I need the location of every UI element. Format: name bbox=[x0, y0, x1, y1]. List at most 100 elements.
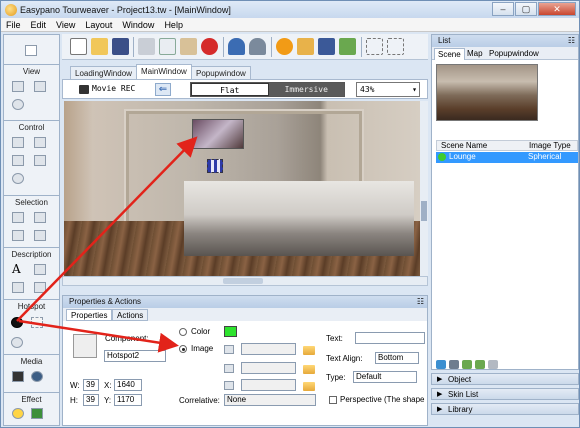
component-name-field[interactable]: Hotspot2 bbox=[104, 350, 166, 362]
library-accordion[interactable]: ▶ Library bbox=[431, 403, 579, 415]
y-field[interactable]: 1170 bbox=[114, 394, 142, 406]
color-swatch[interactable] bbox=[224, 326, 237, 337]
correlative-field[interactable]: None bbox=[224, 394, 316, 406]
paste-icon[interactable] bbox=[180, 38, 197, 55]
select-pointer-icon[interactable] bbox=[25, 45, 37, 56]
align-icon[interactable] bbox=[366, 38, 383, 55]
view-globe-icon[interactable] bbox=[12, 99, 24, 110]
pressed-image-field[interactable] bbox=[241, 379, 296, 391]
back-arrow-button[interactable]: ⇐ bbox=[155, 83, 171, 96]
flat-mode-button[interactable]: Flat bbox=[191, 83, 269, 96]
move-down-icon[interactable] bbox=[475, 360, 485, 369]
text-align-select[interactable]: Bottom bbox=[375, 352, 419, 364]
move-up-icon[interactable] bbox=[462, 360, 472, 369]
tab-actions[interactable]: Actions bbox=[112, 309, 149, 321]
selection-tree-icon[interactable] bbox=[34, 230, 46, 241]
save-icon[interactable] bbox=[112, 38, 129, 55]
hotspot-image-component[interactable] bbox=[192, 119, 244, 149]
textbox-tool-icon[interactable] bbox=[34, 282, 46, 293]
immersive-mode-button[interactable]: Immersive bbox=[268, 83, 344, 96]
publish-icon[interactable] bbox=[297, 38, 314, 55]
menu-file[interactable]: File bbox=[1, 20, 26, 30]
hotspot-ring-icon[interactable] bbox=[11, 337, 23, 348]
tab-popupwindow[interactable]: Popupwindow bbox=[191, 66, 251, 80]
col-image-type[interactable]: Image Type bbox=[529, 141, 571, 151]
cut-icon[interactable] bbox=[138, 38, 155, 55]
facebook-icon[interactable] bbox=[318, 38, 335, 55]
share-icon[interactable] bbox=[339, 38, 356, 55]
menu-edit[interactable]: Edit bbox=[26, 20, 52, 30]
maximize-button[interactable]: ▢ bbox=[515, 2, 537, 16]
image-tool-icon[interactable] bbox=[34, 264, 46, 275]
new-file-icon[interactable] bbox=[70, 38, 87, 55]
list-pin-icon[interactable]: ☷ bbox=[568, 35, 575, 47]
normal-image-field[interactable] bbox=[241, 343, 296, 355]
object-accordion[interactable]: ▶ Object bbox=[431, 373, 579, 385]
hover-image-field[interactable] bbox=[241, 362, 296, 374]
x-field[interactable]: 1640 bbox=[114, 379, 142, 391]
sun-effect-icon[interactable] bbox=[12, 408, 24, 419]
delete-icon[interactable] bbox=[201, 38, 218, 55]
vertical-scroll-thumb[interactable] bbox=[421, 201, 427, 221]
scene-properties-icon[interactable] bbox=[488, 360, 498, 369]
browse-normal-folder-icon[interactable] bbox=[303, 346, 315, 355]
flash-tool-icon[interactable] bbox=[31, 371, 43, 382]
control-dial-icon[interactable] bbox=[34, 155, 46, 166]
undo-icon[interactable] bbox=[228, 38, 245, 55]
control-slider-icon[interactable] bbox=[34, 137, 46, 148]
zoom-select[interactable]: 43% ▾ bbox=[356, 82, 420, 97]
hotspot-target-icon[interactable] bbox=[11, 317, 23, 328]
text-field[interactable] bbox=[355, 332, 425, 344]
scene-row[interactable]: Lounge Spherical bbox=[436, 152, 578, 163]
height-field[interactable]: 39 bbox=[83, 394, 99, 406]
polygon-hotspot-icon[interactable] bbox=[31, 317, 43, 328]
video-tool-icon[interactable] bbox=[12, 371, 24, 382]
selection-list-icon[interactable] bbox=[34, 212, 46, 223]
menu-window[interactable]: Window bbox=[117, 20, 159, 30]
movie-rec-button[interactable]: Movie REC bbox=[92, 84, 135, 93]
canvas-vertical-scrollbar[interactable] bbox=[420, 101, 428, 276]
menu-layout[interactable]: Layout bbox=[80, 20, 117, 30]
selection-combo-icon[interactable] bbox=[12, 230, 24, 241]
control-button-icon[interactable] bbox=[12, 137, 24, 148]
pin-icon[interactable]: ☷ bbox=[417, 296, 424, 308]
tab-properties[interactable]: Properties bbox=[66, 309, 113, 321]
tab-scene[interactable]: Scene bbox=[434, 48, 465, 60]
tab-list-popupwindow[interactable]: Popupwindow bbox=[486, 48, 542, 59]
close-button[interactable]: ✕ bbox=[538, 2, 576, 16]
skin-list-accordion[interactable]: ▶ Skin List bbox=[431, 388, 579, 400]
add-scene-icon[interactable] bbox=[436, 360, 446, 369]
col-scene-name[interactable]: Scene Name bbox=[441, 141, 487, 151]
menu-view[interactable]: View bbox=[51, 20, 80, 30]
caption-tool-icon[interactable] bbox=[12, 282, 24, 293]
open-folder-icon[interactable] bbox=[91, 38, 108, 55]
delete-scene-icon[interactable] bbox=[449, 360, 459, 369]
view-image-icon[interactable] bbox=[34, 81, 46, 92]
hotspot2-component[interactable] bbox=[207, 159, 223, 173]
browse-pressed-folder-icon[interactable] bbox=[303, 382, 315, 391]
image-radio[interactable] bbox=[179, 345, 187, 353]
minimize-button[interactable]: – bbox=[492, 2, 514, 16]
horizontal-scroll-thumb[interactable] bbox=[223, 278, 263, 284]
width-field[interactable]: 39 bbox=[83, 379, 99, 391]
scene-canvas[interactable] bbox=[64, 101, 420, 276]
distribute-icon[interactable] bbox=[387, 38, 404, 55]
type-select[interactable]: Default bbox=[353, 371, 417, 383]
control-compass-icon[interactable] bbox=[12, 155, 24, 166]
browse-hover-folder-icon[interactable] bbox=[303, 365, 315, 374]
tab-loadingwindow[interactable]: LoadingWindow bbox=[70, 66, 137, 80]
copy-icon[interactable] bbox=[159, 38, 176, 55]
canvas-horizontal-scrollbar[interactable] bbox=[62, 276, 428, 286]
color-radio[interactable] bbox=[179, 328, 187, 336]
selection-thumbnail-icon[interactable] bbox=[12, 212, 24, 223]
snow-effect-icon[interactable] bbox=[31, 408, 43, 419]
control-radar-icon[interactable] bbox=[12, 173, 24, 184]
tab-map[interactable]: Map bbox=[464, 48, 486, 59]
tab-mainwindow[interactable]: MainWindow bbox=[136, 64, 192, 80]
perspective-checkbox[interactable] bbox=[329, 396, 337, 404]
menu-help[interactable]: Help bbox=[159, 20, 188, 30]
view-window-icon[interactable] bbox=[12, 81, 24, 92]
preview-play-icon[interactable] bbox=[276, 38, 293, 55]
redo-icon[interactable] bbox=[249, 38, 266, 55]
text-tool-icon[interactable]: A bbox=[12, 263, 24, 275]
